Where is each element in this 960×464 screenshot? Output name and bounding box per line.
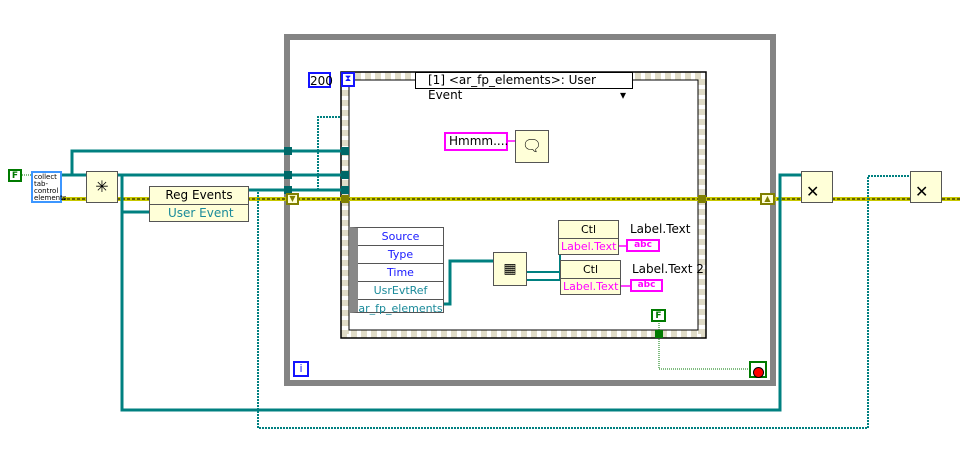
string-indicator-1: abc [626,239,660,252]
stop-icon [752,367,764,378]
false-constant-inner[interactable]: F [651,309,666,322]
event-data-usrevtref: UsrEvtRef [358,282,443,300]
indicator-label-1: Label.Text [630,222,691,236]
destroy-x-icon: ✕ [806,182,820,201]
property-node-class: Ctl [559,221,618,239]
property-node-1[interactable]: Ctl Label.Text [558,220,619,255]
destroy-user-event-node[interactable]: ✕ [801,171,833,203]
event-data-source: Source [358,228,443,246]
event-data-type: Type [358,246,443,264]
unregister-x-icon: ✕ [915,182,929,201]
dialog-icon: 🗨 [521,136,543,155]
message-string-constant[interactable]: Hmmm.... [444,132,508,151]
event-data-node[interactable]: Source Type Time UsrEvtRef ar_fp_element… [350,227,444,315]
wires [22,34,960,429]
loop-iteration-terminal: i [293,361,309,377]
register-events-node[interactable]: Reg Events User Event [149,186,249,222]
event-data-time: Time [358,264,443,282]
shift-register-left: ▼ [286,193,299,205]
string-indicator-2: abc [630,279,663,292]
reg-events-title: Reg Events [150,187,248,205]
shift-register-right: ▲ [760,193,775,205]
unregister-events-node[interactable]: ✕ [910,171,942,203]
create-event-icon: ✳ [95,177,109,196]
event-case-selector[interactable]: [1] <ar_fp_elements>: User Event ▾ [415,72,633,102]
create-user-event-node[interactable]: ✳ [86,171,118,203]
stop-terminal[interactable] [749,361,767,378]
timeout-constant[interactable]: 200 [308,72,333,88]
dropdown-icon: ▾ [619,88,626,102]
indicator-label-2: Label.Text 2 [632,262,704,276]
false-constant[interactable]: F [8,169,22,182]
index-array-node[interactable]: ▦ [493,252,527,286]
event-data-ar-fp-elements: ar_fp_elements [358,302,443,315]
property-node-2[interactable]: Ctl Label.Text [560,260,621,295]
property-item[interactable]: Label.Text [559,239,618,255]
property-node-class: Ctl [561,261,620,279]
bool-wire [658,321,749,370]
property-item[interactable]: Label.Text [561,279,620,295]
timeout-hourglass-icon: ⧗ [341,72,355,87]
reg-events-event[interactable]: User Event [150,205,248,222]
one-button-dialog-node[interactable]: 🗨 [515,130,549,163]
tab-control-terminal[interactable]: collect tab-control elements [31,171,67,203]
block-diagram: F collect tab-control elements ✳ Reg Eve… [0,0,960,464]
array-grid-icon: ▦ [503,261,517,277]
